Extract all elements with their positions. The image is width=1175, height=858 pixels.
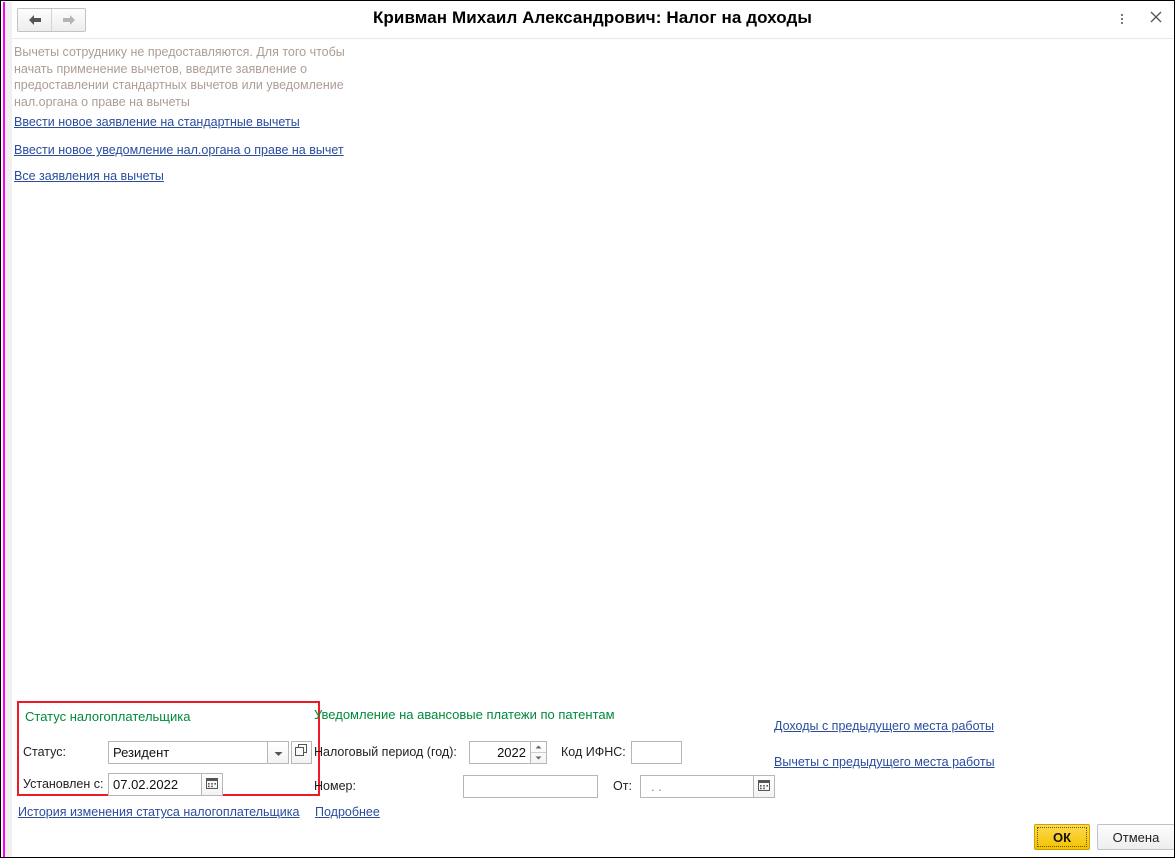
cancel-button[interactable]: Отмена (1097, 824, 1174, 850)
tax-period-input[interactable] (469, 741, 531, 764)
link-all-deduction-applications[interactable]: Все заявления на вычеты (14, 169, 164, 183)
status-field-label: Статус: (23, 745, 66, 759)
notification-number-input[interactable] (463, 775, 598, 798)
status-date-input[interactable] (108, 773, 202, 796)
ifns-code-input[interactable] (631, 741, 682, 764)
more-menu-button[interactable] (1113, 10, 1131, 28)
tax-period-spinner[interactable] (531, 741, 547, 764)
spinner-down-icon[interactable] (531, 752, 546, 763)
open-list-icon (295, 743, 308, 762)
link-new-standard-deduction-application[interactable]: Ввести новое заявление на стандартные вы… (14, 115, 300, 129)
notification-number-label: Номер: (314, 779, 356, 793)
calendar-icon (758, 778, 770, 796)
status-field-group (108, 741, 312, 764)
status-set-from-label: Установлен с: (23, 777, 104, 791)
chevron-down-icon (274, 744, 283, 762)
notification-date-calendar-button[interactable] (754, 775, 775, 798)
close-icon (1150, 10, 1162, 28)
taxpayer-status-title: Статус налогоплательщика (25, 709, 191, 724)
spinner-up-icon[interactable] (531, 742, 546, 752)
close-button[interactable] (1147, 10, 1165, 28)
more-vertical-icon (1121, 14, 1123, 24)
window-left-gutter (5, 2, 12, 857)
deductions-hint-text: Вычеты сотруднику не предоставляются. Дл… (14, 45, 345, 109)
status-date-group (108, 773, 223, 796)
ifns-code-label: Код ИФНС: (561, 745, 626, 759)
status-open-list-button[interactable] (291, 741, 312, 764)
link-previous-job-income[interactable]: Доходы с предыдущего места работы (774, 719, 994, 733)
calendar-icon (206, 776, 218, 794)
page-title: Кривман Михаил Александрович: Налог на д… (372, 8, 813, 27)
window-left-accent-strip (3, 2, 5, 857)
dialog-content: Вычеты сотруднику не предоставляются. Дл… (12, 39, 1174, 856)
notification-date-group (640, 775, 775, 798)
notification-date-label: От: (613, 779, 632, 793)
status-input[interactable] (108, 741, 268, 764)
tax-period-group (469, 741, 547, 764)
link-previous-job-deductions[interactable]: Вычеты с предыдущего места работы (774, 755, 995, 769)
link-status-change-history[interactable]: История изменения статуса налогоплательщ… (18, 805, 299, 819)
notification-date-input[interactable] (640, 775, 754, 798)
link-more-details[interactable]: Подробнее (315, 805, 380, 819)
link-new-tax-authority-notification[interactable]: Ввести новое уведомление нал.органа о пр… (14, 143, 344, 157)
status-date-calendar-button[interactable] (202, 773, 223, 796)
dialog-window: Кривман Михаил Александрович: Налог на д… (0, 0, 1175, 858)
window-controls (1113, 10, 1165, 28)
patent-notification-title: Уведомление на авансовые платежи по пате… (314, 707, 615, 722)
status-dropdown-button[interactable] (268, 741, 289, 764)
tax-period-label: Налоговый период (год): (314, 745, 457, 759)
title-bar: Кривман Михаил Александрович: Налог на д… (12, 2, 1173, 38)
ok-button[interactable]: ОК (1034, 824, 1090, 850)
